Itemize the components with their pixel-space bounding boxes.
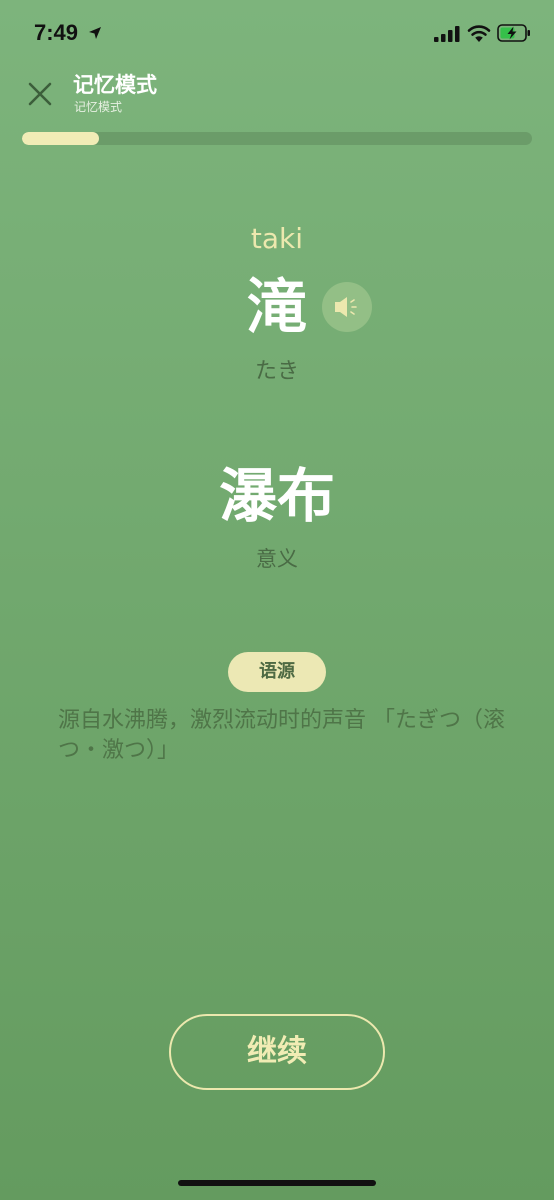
home-indicator (178, 1180, 376, 1186)
etymology-badge: 语源 (228, 652, 326, 692)
speaker-icon (335, 297, 357, 317)
status-bar: 7:49 (0, 0, 554, 66)
play-pronunciation-button[interactable] (322, 282, 372, 332)
header-subtitle: 记忆模式 (74, 100, 123, 114)
wifi-icon (467, 25, 491, 42)
meaning-label: 意义 (256, 547, 298, 571)
battery-charging-icon (497, 24, 530, 42)
word-kanji: 滝 (247, 273, 307, 343)
memory-mode-screen: 7:49 记忆模式 记忆模式 taki 滝 たき 瀑布 意义 语源 源自水沸腾，… (0, 0, 554, 1200)
progress-bar (22, 132, 532, 145)
etymology-text: 源自水沸腾，激烈流动时的声音 「たぎつ（滚つ・激つ）」 (58, 708, 505, 763)
word-romaji: taki (250, 222, 304, 255)
close-button[interactable] (22, 76, 58, 112)
status-time: 7:49 (34, 20, 79, 45)
word-kana: たき (254, 359, 299, 384)
continue-button[interactable]: 继续 (169, 1014, 385, 1090)
cellular-signal-icon (434, 26, 460, 42)
header-title: 记忆模式 (73, 73, 157, 97)
close-icon (28, 82, 52, 106)
progress-bar-fill (22, 132, 99, 145)
location-arrow-icon (89, 27, 101, 39)
word-meaning: 瀑布 (218, 462, 335, 530)
